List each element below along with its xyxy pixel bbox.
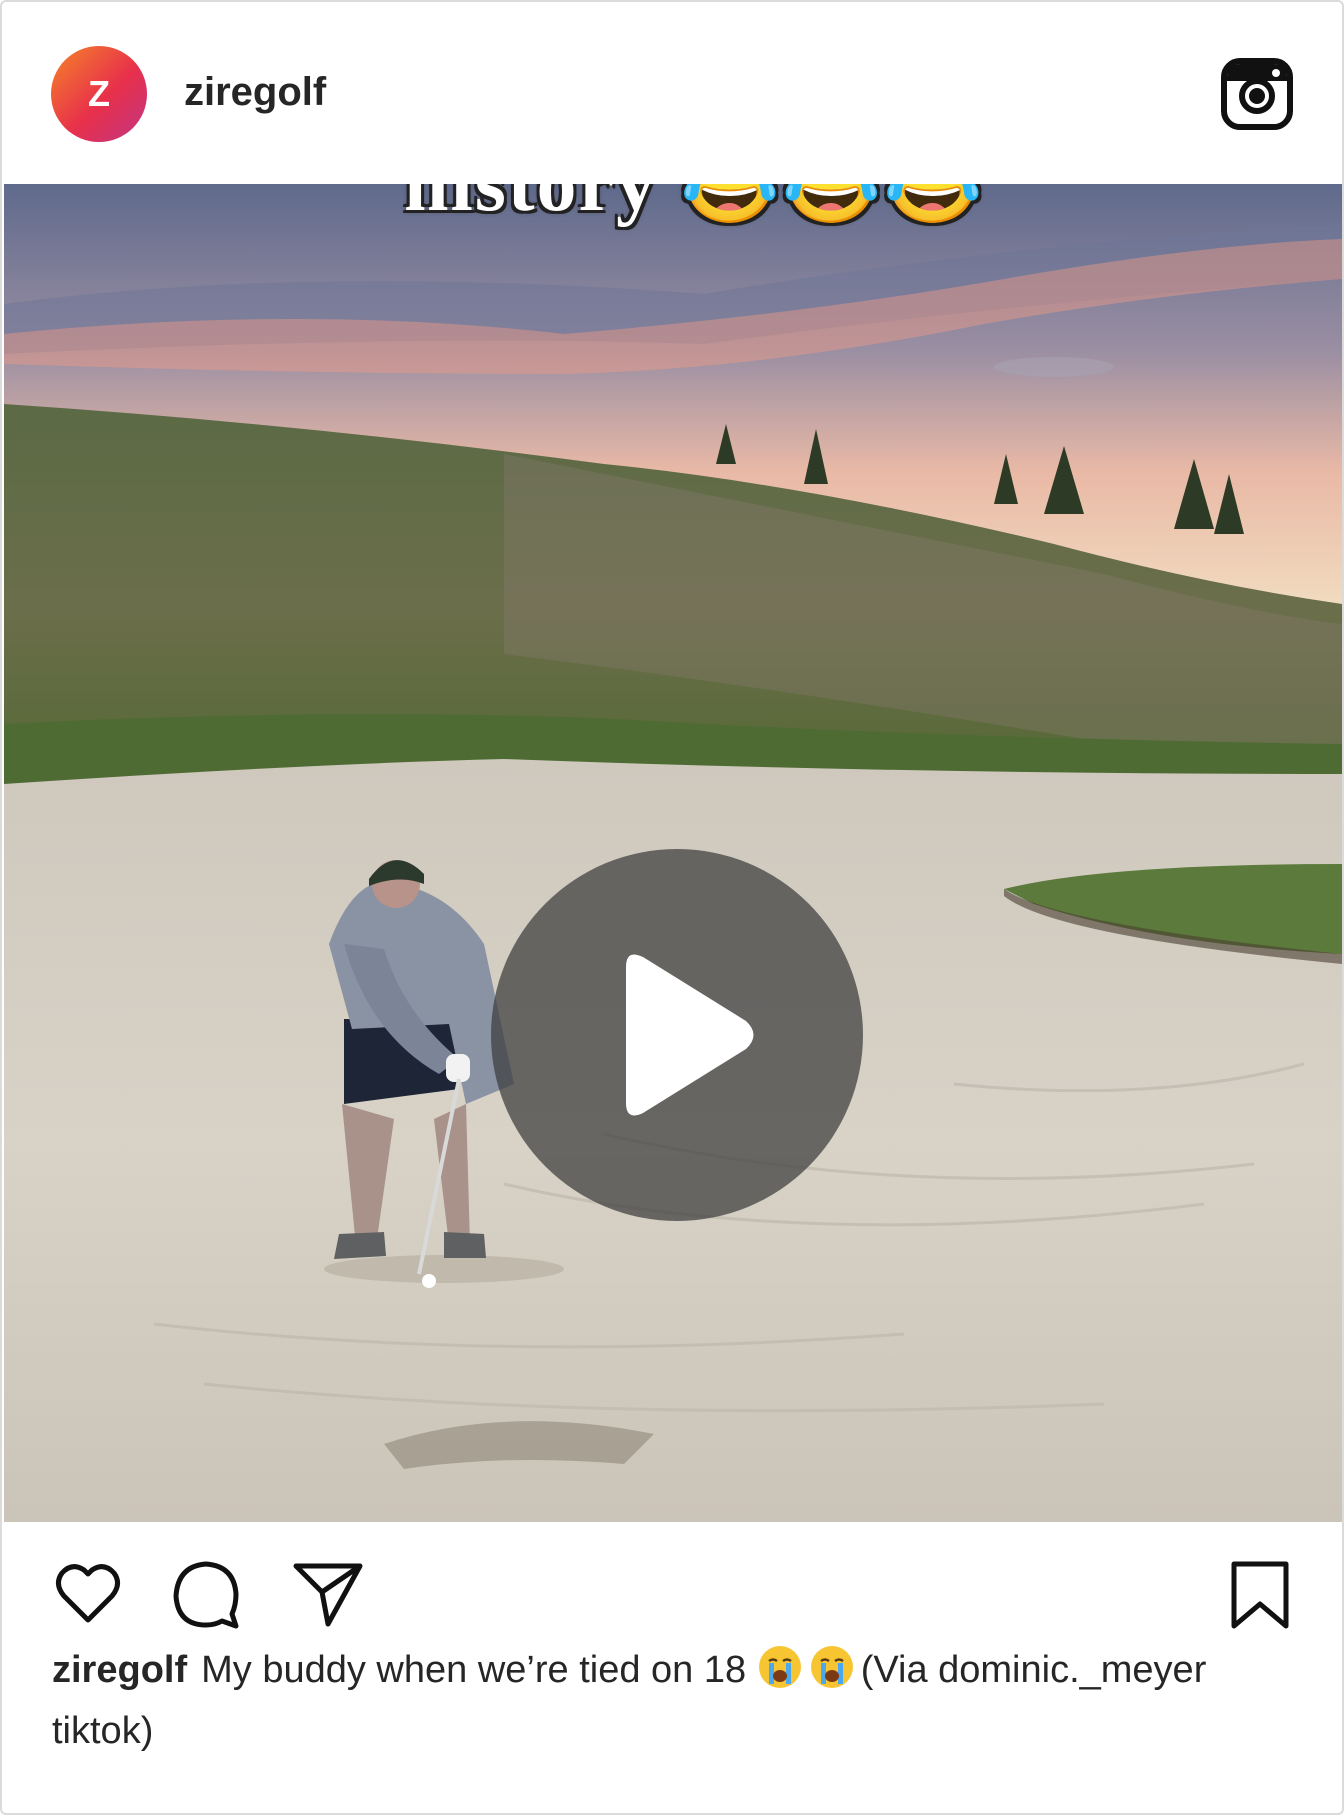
post-actions <box>2 1522 1342 1632</box>
video-overlay-text: history 😂😂😂 <box>404 184 985 228</box>
instagram-post-card: Z ziregolf history 😂😂😂 ziregolf My buddy… <box>0 0 1344 1815</box>
comment-icon[interactable] <box>170 1558 242 1630</box>
play-button[interactable] <box>491 849 863 1221</box>
caption-username[interactable]: ziregolf <box>52 1649 187 1691</box>
send-icon[interactable] <box>292 1558 364 1630</box>
crying-face-emoji-icon <box>810 1646 853 1688</box>
bookmark-icon[interactable] <box>1224 1558 1296 1630</box>
post-username[interactable]: ziregolf <box>184 66 326 118</box>
post-header: Z ziregolf <box>2 2 1342 183</box>
crying-face-emoji-icon <box>758 1646 801 1688</box>
caption-text: My buddy when we’re tied on 18 <box>201 1649 747 1691</box>
post-caption: ziregolf My buddy when we’re tied on 18 (… <box>52 1640 1292 1762</box>
instagram-icon[interactable] <box>1220 57 1294 131</box>
avatar[interactable]: Z <box>51 46 147 142</box>
heart-icon[interactable] <box>52 1558 124 1630</box>
play-icon <box>626 954 754 1116</box>
post-video[interactable]: history 😂😂😂 <box>4 184 1342 1522</box>
